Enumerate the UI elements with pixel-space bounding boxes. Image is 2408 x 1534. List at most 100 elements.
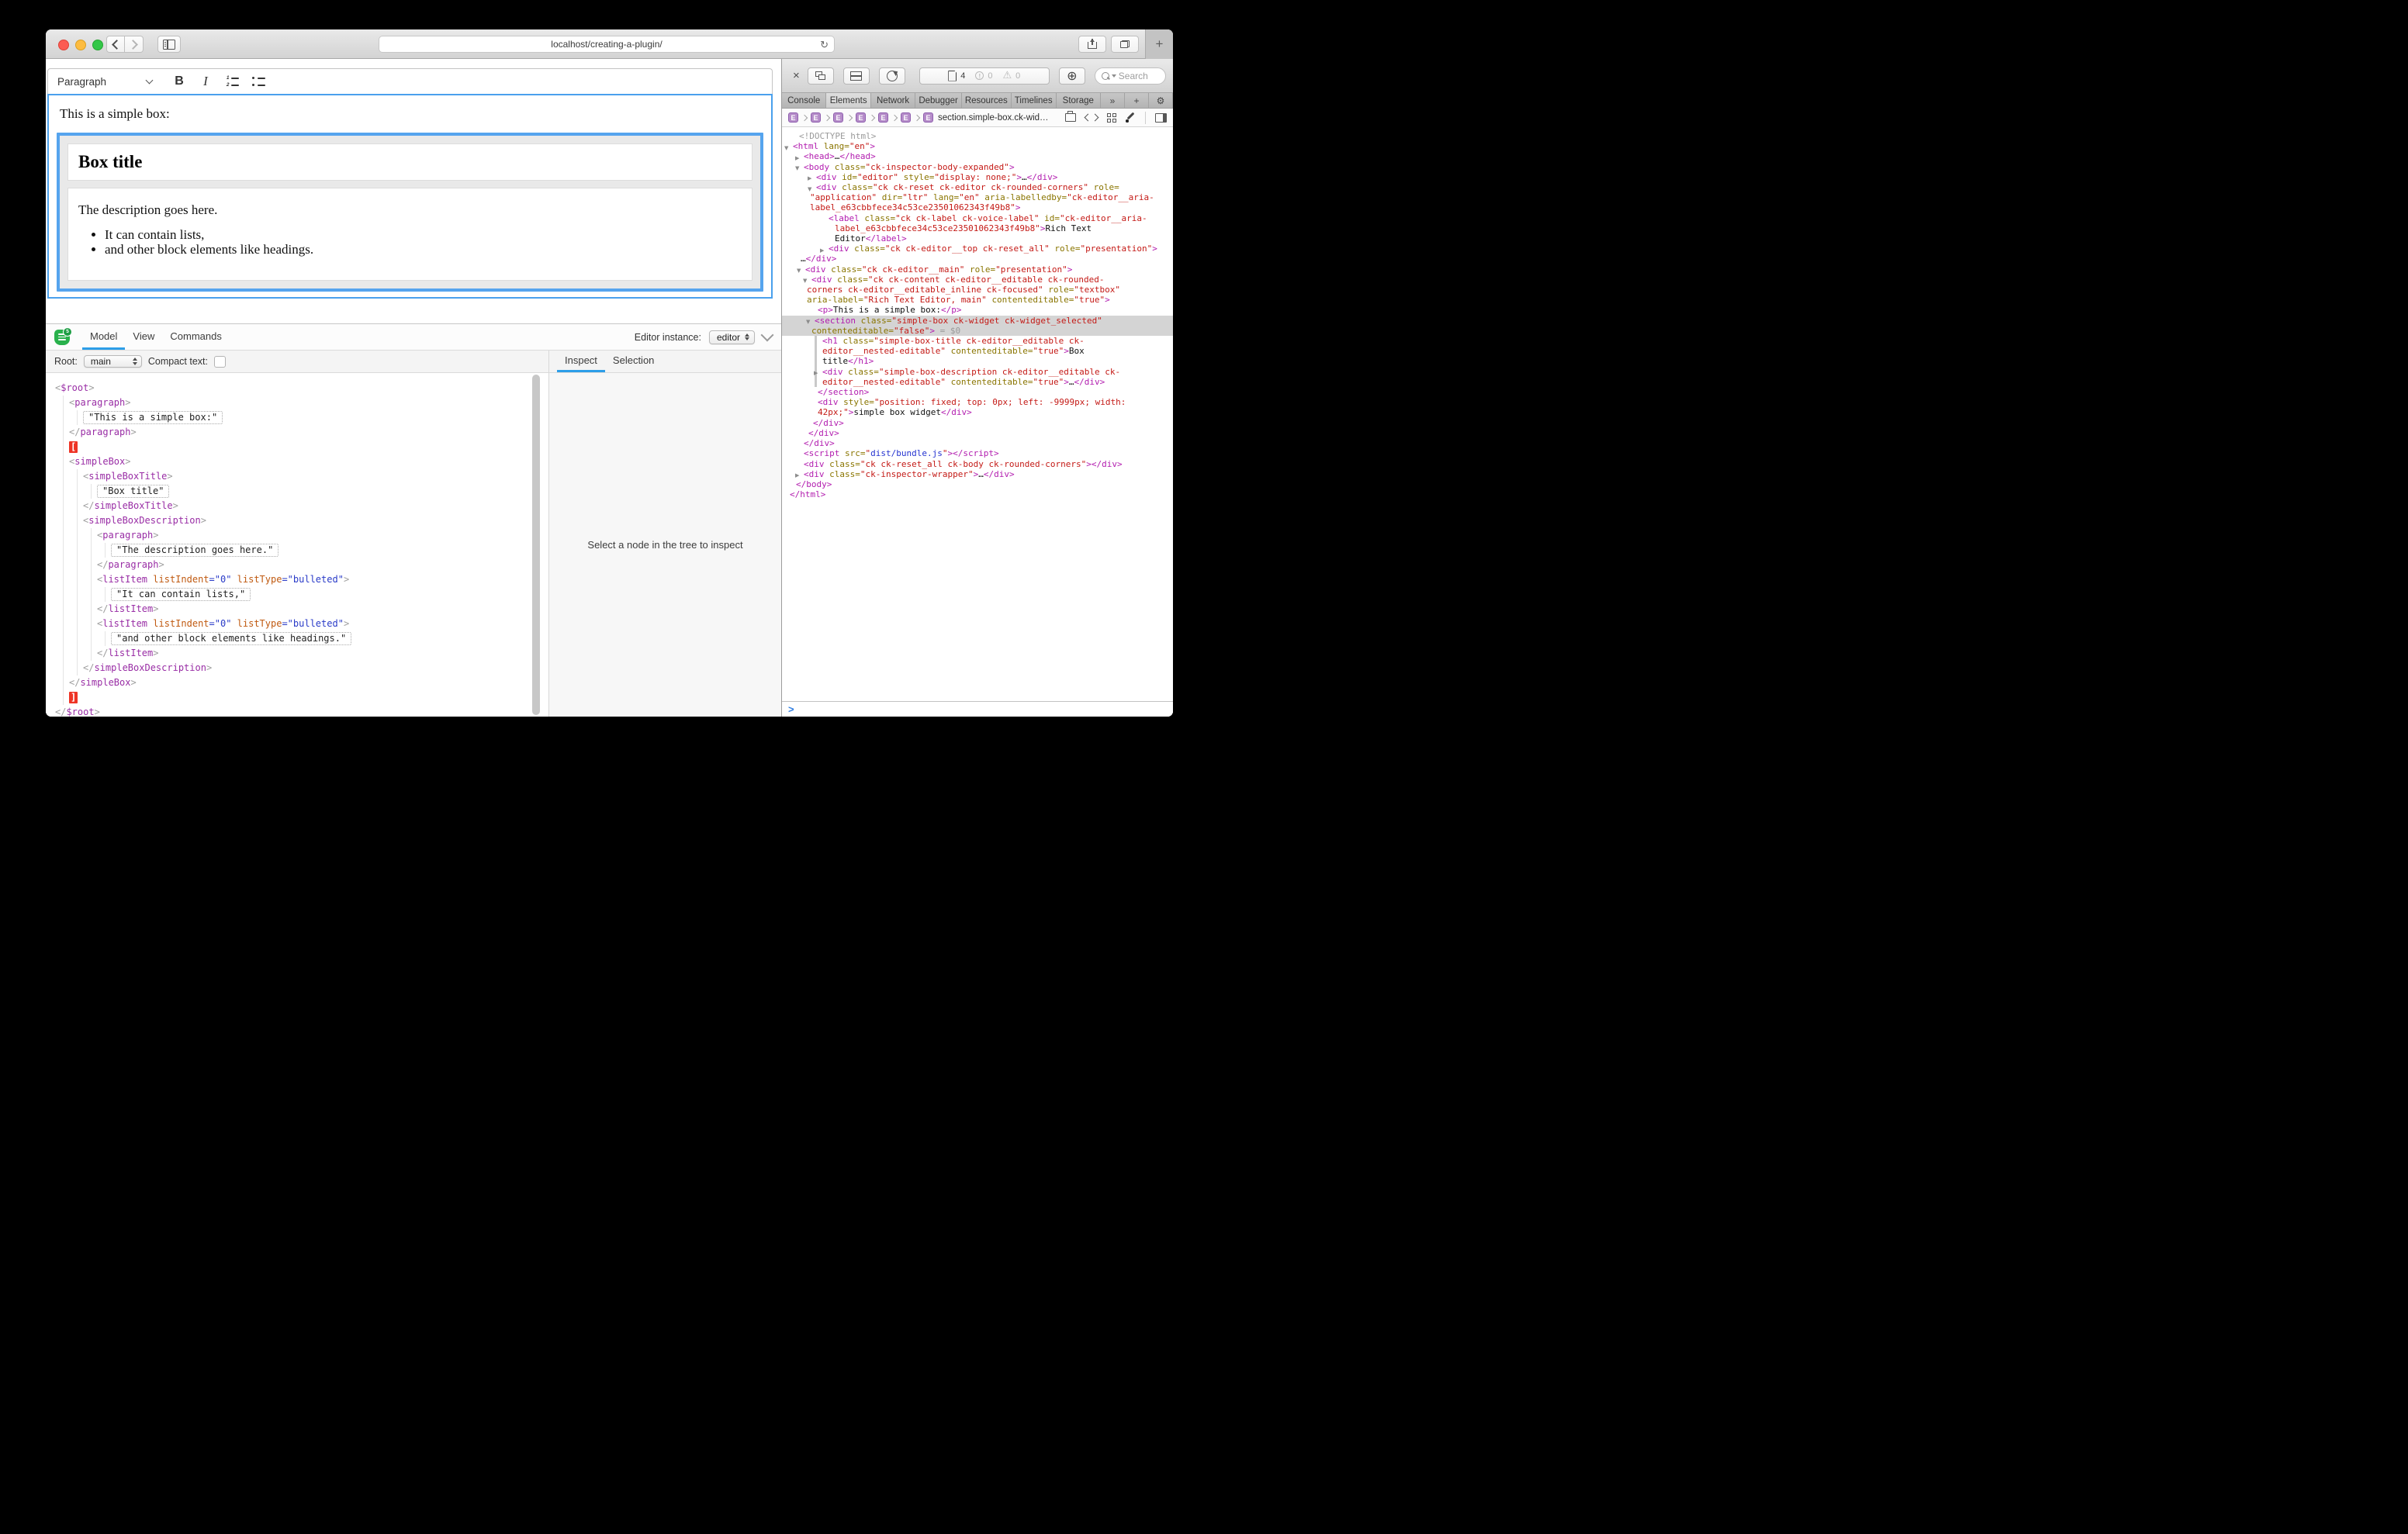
model-tree-line[interactable]: "This is a simple box:"	[46, 410, 548, 425]
model-tree-line[interactable]: [	[46, 440, 548, 454]
breadcrumb-element-badge[interactable]: E	[878, 112, 888, 123]
model-tree-line[interactable]: <$root>	[46, 381, 548, 396]
element-picker-button[interactable]: ⊕	[1059, 67, 1085, 85]
compact-text-checkbox[interactable]	[214, 356, 226, 368]
dom-tree-line[interactable]: <h1 class="simple-box-title ck-editor__e…	[782, 336, 1173, 346]
dom-tree-line[interactable]: </section>	[782, 387, 1173, 397]
dom-tree-line[interactable]: contenteditable="false"> = $0	[782, 326, 1173, 336]
dom-tree-line[interactable]: ▼<body class="ck-inspector-body-expanded…	[782, 162, 1173, 172]
dom-tree-line[interactable]: <script src="dist/bundle.js"></script>	[782, 448, 1173, 458]
dom-tree-line[interactable]: </body>	[782, 479, 1173, 489]
close-window-button[interactable]	[58, 40, 69, 50]
model-tree-line[interactable]: "and other block elements like headings.…	[46, 631, 548, 646]
dom-tree-line[interactable]: <p>This is a simple box:</p>	[782, 305, 1173, 315]
devtools-tab-resources[interactable]: Resources	[962, 93, 1012, 108]
devtools-tab-elements[interactable]: Elements	[826, 93, 870, 108]
model-tree-line[interactable]: "It can contain lists,"	[46, 587, 548, 602]
dom-tree-line[interactable]: ▼<div class="ck ck-reset ck-editor ck-ro…	[782, 182, 1173, 192]
dom-tree-line[interactable]: </div>	[782, 418, 1173, 428]
model-tree-line[interactable]: "Box title"	[46, 484, 548, 499]
devtools-tab-debugger[interactable]: Debugger	[915, 93, 962, 108]
devtools-tab-network[interactable]: Network	[871, 93, 915, 108]
layout-grid-icon[interactable]	[1107, 113, 1116, 123]
root-select[interactable]: main	[84, 355, 142, 368]
dom-tree-line[interactable]: label_e63cbbfece34c53ce23501062343f49b8"…	[782, 223, 1173, 233]
resource-summary[interactable]: 4 ! 0 ⚠ 0	[919, 67, 1050, 85]
print-styles-icon[interactable]	[1065, 113, 1076, 122]
collapse-inspector-icon[interactable]	[761, 328, 774, 341]
model-tree-line[interactable]: "The description goes here."	[46, 543, 548, 558]
model-tree-line[interactable]: </$root>	[46, 705, 548, 717]
dom-tree-line[interactable]: title</h1>	[782, 356, 1173, 366]
devtools-tab-timelines[interactable]: Timelines	[1012, 93, 1057, 108]
inspector-tab-commands[interactable]: Commands	[162, 324, 229, 350]
quick-console[interactable]: >	[782, 701, 1173, 717]
breadcrumb-element-badge[interactable]: E	[788, 112, 798, 123]
reload-icon[interactable]: ↻	[820, 39, 829, 51]
dom-tree-line[interactable]: <!DOCTYPE html>	[782, 131, 1173, 141]
editor-instance-select[interactable]: editor	[709, 330, 755, 344]
dom-tree-line[interactable]: ▶<div class="simple-box-description ck-e…	[782, 367, 1173, 377]
tab-overview-button[interactable]	[1111, 36, 1139, 53]
minimize-window-button[interactable]	[75, 40, 86, 50]
model-tree-line[interactable]: <simpleBox>	[46, 454, 548, 469]
editor-content[interactable]: This is a simple box: Box title The desc…	[47, 94, 773, 299]
dom-tree-line[interactable]: …</div>	[782, 254, 1173, 264]
dom-tree-line[interactable]: ▶<div class="ck-inspector-wrapper">…</di…	[782, 469, 1173, 479]
dom-tree-line[interactable]: 42px;">simple box widget</div>	[782, 407, 1173, 417]
details-sidebar-icon[interactable]	[1155, 113, 1167, 123]
devtools-tab-console[interactable]: Console	[782, 93, 826, 108]
model-tree-line[interactable]: </simpleBox>	[46, 675, 548, 690]
forward-button[interactable]	[125, 36, 144, 53]
breadcrumb-element-badge[interactable]: E	[923, 112, 933, 123]
dom-tree-line[interactable]: <div class="ck ck-reset_all ck-body ck-r…	[782, 459, 1173, 469]
model-tree-line[interactable]: <listItem listIndent="0" listType="bulle…	[46, 617, 548, 631]
dom-tree-line[interactable]: <div style="position: fixed; top: 0px; l…	[782, 397, 1173, 407]
model-tree-line[interactable]: </paragraph>	[46, 425, 548, 440]
heading-dropdown[interactable]: Paragraph	[57, 76, 152, 88]
model-tree-line[interactable]: </paragraph>	[46, 558, 548, 572]
dom-tree-line[interactable]: editor__nested-editable" contenteditable…	[782, 377, 1173, 387]
model-tree-line[interactable]: </simpleBoxTitle>	[46, 499, 548, 513]
dom-tree-line[interactable]: ▶<head>…</head>	[782, 151, 1173, 161]
model-tree-line[interactable]: ]	[46, 690, 548, 705]
inspector-tab-model[interactable]: Model	[82, 324, 125, 350]
model-tree-line[interactable]: <simpleBoxDescription>	[46, 513, 548, 528]
devtools-add-tab-button[interactable]: +	[1125, 93, 1149, 108]
simple-box-title[interactable]: Box title	[67, 143, 752, 181]
devtools-search-input[interactable]: Search	[1095, 67, 1166, 85]
breadcrumb-element-badge[interactable]: E	[833, 112, 843, 123]
dom-tree-line[interactable]: </div>	[782, 438, 1173, 448]
dom-tree-line[interactable]: corners ck-editor__editable_inline ck-fo…	[782, 285, 1173, 295]
dom-tree-line[interactable]: "application" dir="ltr" lang="en" aria-l…	[782, 192, 1173, 202]
devtools-tab-storage[interactable]: Storage	[1057, 93, 1101, 108]
simple-box-description[interactable]: The description goes here. It can contai…	[67, 188, 752, 281]
reload-page-button[interactable]	[879, 67, 905, 85]
model-tree-line[interactable]: <simpleBoxTitle>	[46, 469, 548, 484]
back-button[interactable]	[106, 36, 125, 53]
breadcrumb-element-badge[interactable]: E	[856, 112, 866, 123]
sidebar-toggle-button[interactable]	[157, 36, 181, 53]
bulleted-list-button[interactable]	[248, 71, 268, 92]
model-tree-scrollbar[interactable]	[532, 375, 540, 715]
model-tree-line[interactable]: <paragraph>	[46, 528, 548, 543]
numbered-list-button[interactable]: 12	[222, 71, 242, 92]
breadcrumb-current-node[interactable]: section.simple-box.ck-wid…	[938, 113, 1049, 123]
dock-bottom-button[interactable]	[843, 67, 870, 85]
dom-tree-line[interactable]: label_e63cbbfece34c53ce23501062343f49b8"…	[782, 202, 1173, 212]
dom-tree-line[interactable]: editor__nested-editable" contenteditable…	[782, 346, 1173, 356]
close-inspector-button[interactable]: ×	[793, 70, 800, 81]
dom-tree-line[interactable]: Editor</label>	[782, 233, 1173, 244]
share-button[interactable]	[1078, 36, 1106, 53]
model-tree-line[interactable]: <listItem listIndent="0" listType="bulle…	[46, 572, 548, 587]
source-code-icon[interactable]	[1085, 115, 1098, 120]
styles-brush-icon[interactable]	[1126, 112, 1136, 123]
bold-button[interactable]: B	[169, 71, 189, 92]
model-tree-line[interactable]: </listItem>	[46, 646, 548, 661]
dom-tree-line[interactable]: ▼<section class="simple-box ck-widget ck…	[782, 316, 1173, 326]
inspector-side-tab-selection[interactable]: Selection	[605, 351, 662, 372]
dom-tree-line[interactable]: ▶<div class="ck ck-editor__top ck-reset_…	[782, 244, 1173, 254]
inspector-side-tab-inspect[interactable]: Inspect	[557, 351, 605, 372]
devtools-tab-overflow[interactable]: »	[1101, 93, 1125, 108]
dom-tree-line[interactable]: aria-label="Rich Text Editor, main" cont…	[782, 295, 1173, 305]
